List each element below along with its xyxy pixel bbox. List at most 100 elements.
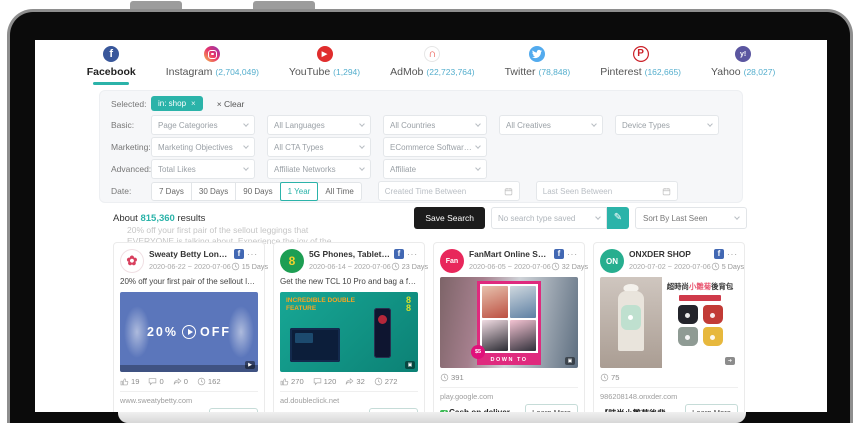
ad-stats-row: 75 (600, 372, 738, 383)
active-tab-underline (623, 82, 659, 85)
dropdown-device-types[interactable]: Device Types (615, 115, 719, 135)
save-search-button[interactable]: Save Search (414, 207, 485, 229)
ad-date-range: 2020-06-05 ~ 2020-07-06 (469, 262, 551, 271)
dropdown-affiliate[interactable]: Affiliate (383, 159, 487, 179)
network-tabbar: fFacebook Instagram(2,704,049) ▶YouTube(1,… (35, 40, 827, 86)
tab-pinterest[interactable]: PPinterest(162,665) (600, 46, 681, 86)
clock-icon (551, 262, 560, 271)
cal-icon (504, 187, 513, 196)
clock-icon (711, 262, 720, 271)
ad-days-running: 5 Days (711, 262, 744, 271)
twitter-icon (529, 46, 545, 62)
creative-headline: 超時尚小雛菊後背包 (667, 281, 734, 292)
shoe-thumb (510, 286, 536, 318)
card-menu-button[interactable]: ··· (247, 250, 258, 259)
stat-value: 0 (184, 377, 188, 386)
ad-domain: play.google.com (440, 387, 578, 401)
tab-yahoo[interactable]: y!Yahoo(28,027) (711, 46, 775, 86)
saved-search-placeholder: No search type saved (498, 214, 575, 223)
ee-logo: 88 (406, 296, 411, 312)
cta-button[interactable]: Learn More (685, 404, 738, 412)
card-menu-button[interactable]: ··· (727, 250, 738, 259)
date-label: Date: (111, 186, 151, 196)
clock-icon (600, 373, 609, 382)
ad-creative-image[interactable]: DOWN TO$5▣ (440, 277, 578, 368)
date-inputs: Created Time Between Last Seen Between (362, 181, 678, 201)
share-icon (173, 377, 182, 386)
dropdown-page-categories[interactable]: Page Categories (151, 115, 255, 135)
results-actions: Save Search No search type saved ✎ Sort … (414, 207, 747, 229)
advertiser-avatar: 8 (280, 249, 304, 273)
clear-filters-link[interactable]: × Clear (217, 99, 245, 109)
carousel-icon: ➜ (725, 357, 735, 365)
price-badge: $5 (471, 345, 485, 359)
tab-instagram[interactable]: Instagram(2,704,049) (166, 46, 259, 86)
dropdown-all-languages[interactable]: All Languages (267, 115, 371, 135)
dropdown-all-countries[interactable]: All Countries (383, 115, 487, 135)
date-input-last-seen-between[interactable]: Last Seen Between (536, 181, 678, 201)
ad-card[interactable]: 85G Phones, Tablets & SIMs | ...f···2020… (273, 242, 425, 412)
selected-chip[interactable]: in: shop × (151, 96, 203, 111)
dropdown-all-cta-types[interactable]: All CTA Types (267, 137, 371, 157)
ad-text: Get the new TCL 10 Pro and bag a free TC… (280, 277, 418, 288)
ad-creative-image[interactable]: 超時尚小雛菊後背包 ➜ (600, 277, 738, 368)
creative-text: OFF (200, 325, 231, 339)
facebook-badge-icon: f (554, 249, 564, 259)
ad-days-running: 23 Days (391, 262, 428, 271)
date-range-90-days[interactable]: 90 Days (235, 182, 280, 201)
cta-button[interactable]: Learn More (525, 404, 578, 412)
stat-clock: 162 (197, 377, 221, 386)
chip-remove-icon[interactable]: × (191, 99, 196, 108)
active-tab-underline (194, 82, 230, 85)
ad-card[interactable]: ✿Sweaty Betty London | Wom...f···2020-06… (113, 242, 265, 412)
device-base (118, 412, 746, 423)
facebook-icon: f (103, 46, 119, 62)
date-range-7-days[interactable]: 7 Days (151, 182, 192, 201)
facebook-badge-icon: f (234, 249, 244, 259)
card-menu-button[interactable]: ··· (407, 250, 418, 259)
saved-search-dropdown[interactable]: No search type saved (491, 207, 607, 229)
dropdown-all-creatives[interactable]: All Creatives (499, 115, 603, 135)
dropdown-marketing-objectives[interactable]: Marketing Objectives (151, 137, 255, 157)
ad-creative-video[interactable]: 20%OFF▶ (120, 292, 258, 372)
ad-creative-image[interactable]: INCREDIBLE DOUBLE FEATURE88▣ (280, 292, 418, 372)
filter-panel: Selected: in: shop × × Clear Basic:Page … (99, 90, 743, 203)
chevron-down-icon (595, 214, 601, 220)
chevron-down-icon (359, 143, 365, 149)
date-range-30-days[interactable]: 30 Days (191, 182, 236, 201)
dropdown-affiliate-networks[interactable]: Affiliate Networks (267, 159, 371, 179)
sort-label: Sort By Last Seen (643, 214, 707, 223)
date-range-segment: 7 Days30 Days90 Days1 YearAll Time (151, 182, 362, 201)
instagram-icon (204, 46, 220, 62)
admob-icon: ∩ (424, 46, 440, 62)
filter-row-label: Basic: (111, 120, 151, 130)
shoe-thumb (510, 320, 536, 352)
edit-saved-search-button[interactable]: ✎ (607, 207, 629, 229)
tab-twitter[interactable]: Twitter(78,848) (505, 46, 571, 86)
ad-card[interactable]: FanFanMart Online Shopping - F...f···202… (433, 242, 585, 412)
date-input-created-time-between[interactable]: Created Time Between (378, 181, 520, 201)
dropdown-ecommerce-softwares[interactable]: ECommerce Softwares (383, 137, 487, 157)
dropdown-total-likes[interactable]: Total Likes (151, 159, 255, 179)
stat-value: 32 (356, 377, 364, 386)
stat-value: 75 (611, 373, 619, 382)
tab-admob[interactable]: ∩AdMob(22,723,764) (390, 46, 474, 86)
tab-label: Instagram (166, 66, 213, 78)
backpack-swatch (703, 305, 723, 324)
ad-card[interactable]: ONONXDER SHOPf···2020-07-02 ~ 2020-07-06… (593, 242, 745, 412)
tab-count: (1,294) (333, 67, 360, 77)
backpack-shape (621, 305, 641, 330)
date-range-all-time[interactable]: All Time (317, 182, 361, 201)
clock-icon (231, 262, 240, 271)
advertiser-name: Sweaty Betty London | Wom... (149, 249, 231, 259)
tab-facebook[interactable]: fFacebook (87, 46, 136, 86)
tab-count: (28,027) (744, 67, 776, 77)
date-range-1-year[interactable]: 1 Year (280, 182, 319, 201)
stat-value: 270 (291, 377, 304, 386)
comment-icon (148, 377, 157, 386)
card-menu-button[interactable]: ··· (567, 250, 578, 259)
stat-comment: 120 (313, 377, 337, 386)
tab-youtube[interactable]: ▶YouTube(1,294) (289, 46, 360, 86)
sort-dropdown[interactable]: Sort By Last Seen (635, 207, 747, 229)
backpack-swatch (678, 327, 698, 346)
